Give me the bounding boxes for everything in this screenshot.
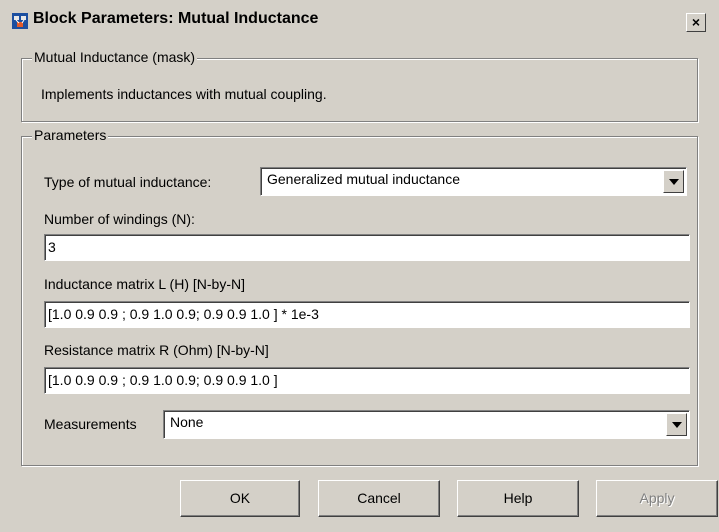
- chevron-down-icon[interactable]: [666, 413, 687, 436]
- ok-button[interactable]: OK: [180, 480, 300, 517]
- inductance-input[interactable]: [1.0 0.9 0.9 ; 0.9 1.0 0.9; 0.9 0.9 1.0 …: [44, 301, 690, 328]
- type-select-value: Generalized mutual inductance: [267, 171, 461, 187]
- title-bar[interactable]: Block Parameters: Mutual Inductance ×: [0, 0, 719, 40]
- measurements-label: Measurements: [44, 416, 137, 432]
- type-select[interactable]: Generalized mutual inductance: [260, 167, 687, 196]
- resistance-label: Resistance matrix R (Ohm) [N-by-N]: [44, 342, 269, 358]
- windings-input[interactable]: 3: [44, 234, 690, 261]
- mask-group: Mutual Inductance (mask) Implements indu…: [21, 49, 698, 122]
- close-icon: ×: [691, 14, 701, 30]
- help-button[interactable]: Help: [457, 480, 579, 517]
- measurements-select-value: None: [170, 414, 204, 430]
- windings-label: Number of windings (N):: [44, 211, 195, 227]
- apply-button[interactable]: Apply: [596, 480, 718, 517]
- window-title: Block Parameters: Mutual Inductance: [33, 10, 319, 27]
- inductance-label: Inductance matrix L (H) [N-by-N]: [44, 276, 245, 292]
- mask-description: Implements inductances with mutual coupl…: [41, 86, 327, 102]
- type-label: Type of mutual inductance:: [44, 174, 212, 190]
- chevron-down-icon[interactable]: [663, 170, 684, 193]
- mask-legend: Mutual Inductance (mask): [32, 49, 198, 65]
- simulink-block-icon: [12, 13, 28, 29]
- resistance-input[interactable]: [1.0 0.9 0.9 ; 0.9 1.0 0.9; 0.9 0.9 1.0 …: [44, 367, 690, 394]
- parameters-legend: Parameters: [32, 127, 109, 143]
- parameters-group: Parameters Type of mutual inductance: Ge…: [21, 127, 698, 466]
- block-parameters-dialog: Block Parameters: Mutual Inductance × Mu…: [0, 0, 719, 532]
- close-button[interactable]: ×: [686, 13, 706, 32]
- measurements-select[interactable]: None: [163, 410, 690, 439]
- cancel-button[interactable]: Cancel: [318, 480, 440, 517]
